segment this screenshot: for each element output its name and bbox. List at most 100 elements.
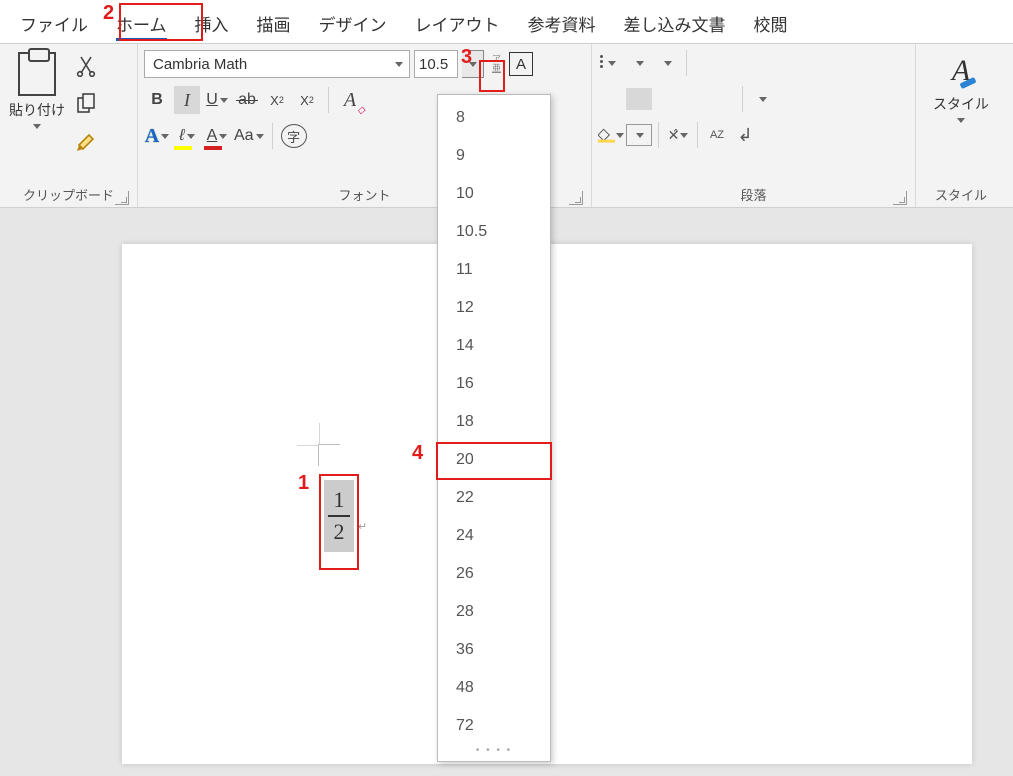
bullets-button[interactable] — [598, 52, 624, 74]
group-paragraph: ✕̂ AZ ↲ 段落 — [592, 44, 916, 207]
separator — [697, 122, 698, 148]
tab-file[interactable]: ファイル — [6, 1, 102, 42]
tab-draw[interactable]: 描画 — [243, 1, 305, 42]
tab-design[interactable]: デザイン — [305, 1, 401, 42]
chevron-down-icon — [636, 133, 644, 138]
sort-button[interactable]: AZ — [704, 124, 730, 146]
font-size-input[interactable]: 10.5 — [414, 50, 458, 78]
chevron-down-icon — [256, 134, 264, 139]
tab-layout[interactable]: レイアウト — [401, 1, 514, 42]
styles-button[interactable]: スタイル — [933, 94, 989, 114]
size-option[interactable]: 22 — [438, 479, 550, 517]
chevron-down-icon[interactable] — [395, 62, 403, 67]
chevron-down-icon — [759, 97, 767, 102]
margin-corner-mark — [318, 444, 340, 466]
group-label-styles: スタイル — [922, 185, 1000, 207]
size-option[interactable]: 72 — [438, 707, 550, 745]
size-option[interactable]: 26 — [438, 555, 550, 593]
chevron-down-icon[interactable] — [957, 118, 965, 123]
text-effects-button[interactable]: A — [144, 122, 170, 150]
tab-mailings[interactable]: 差し込み文書 — [610, 1, 740, 42]
cut-icon[interactable] — [72, 52, 100, 80]
format-painter-icon[interactable] — [72, 128, 100, 156]
show-marks-button[interactable]: ↲ — [732, 124, 758, 146]
align-center-button[interactable] — [626, 88, 652, 110]
align-left-button[interactable] — [598, 88, 624, 110]
line-spacing-button[interactable] — [749, 88, 775, 110]
separator — [742, 86, 743, 112]
menu-bar: ファイル ホーム 挿入 描画 デザイン レイアウト 参考資料 差し込み文書 校閲 — [0, 0, 1013, 44]
size-option[interactable]: 18 — [438, 403, 550, 441]
multilevel-list-button[interactable] — [654, 52, 680, 74]
size-option[interactable]: 48 — [438, 669, 550, 707]
numbering-button[interactable] — [626, 52, 652, 74]
fraction-numerator[interactable]: 1 — [324, 486, 354, 514]
size-option[interactable]: 10 — [438, 175, 550, 213]
chevron-down-icon — [219, 134, 227, 139]
styles-icon[interactable]: A — [952, 54, 970, 88]
separator — [272, 123, 273, 149]
chevron-down-icon — [161, 134, 169, 139]
size-option[interactable]: 20 — [438, 441, 550, 479]
size-option[interactable]: 9 — [438, 137, 550, 175]
separator — [328, 87, 329, 113]
justify-button[interactable] — [682, 88, 708, 110]
borders-button[interactable] — [626, 124, 652, 146]
increase-indent-button[interactable] — [721, 52, 747, 74]
chevron-down-icon — [664, 61, 672, 66]
italic-button[interactable]: I — [174, 86, 200, 114]
change-case-button[interactable]: Aa — [234, 122, 264, 150]
phonetic-guide-button[interactable]: ア 亜 — [492, 55, 501, 73]
size-option[interactable]: 16 — [438, 365, 550, 403]
chevron-down-icon — [636, 61, 644, 66]
strikethrough-button[interactable]: ab — [234, 86, 260, 114]
size-option[interactable]: 8 — [438, 99, 550, 137]
chevron-down-icon — [220, 98, 228, 103]
separator — [658, 122, 659, 148]
clipboard-dialog-launcher[interactable] — [115, 191, 129, 205]
font-color-button[interactable]: A — [204, 122, 230, 150]
paragraph-dialog-launcher[interactable] — [893, 191, 907, 205]
size-option[interactable]: 14 — [438, 327, 550, 365]
superscript-button[interactable]: X2 — [294, 86, 320, 114]
size-option[interactable]: 28 — [438, 593, 550, 631]
font-name-combo[interactable]: Cambria Math — [144, 50, 410, 78]
underline-button[interactable]: U — [204, 86, 230, 114]
size-option[interactable]: 11 — [438, 251, 550, 289]
copy-icon[interactable] — [72, 90, 100, 118]
tab-references[interactable]: 参考資料 — [514, 1, 610, 42]
subscript-button[interactable]: X2 — [264, 86, 290, 114]
chevron-down-icon — [616, 133, 624, 138]
clear-formatting-button[interactable]: A◇ — [337, 86, 363, 114]
tab-home[interactable]: ホーム — [102, 1, 181, 42]
decrease-indent-button[interactable] — [693, 52, 719, 74]
font-dialog-launcher[interactable] — [569, 191, 583, 205]
bold-button[interactable]: B — [144, 86, 170, 114]
enclosed-char-button[interactable]: 字 — [281, 124, 307, 148]
chevron-down-icon — [608, 61, 616, 66]
size-option[interactable]: 10.5 — [438, 213, 550, 251]
align-right-button[interactable] — [654, 88, 680, 110]
chevron-down-icon[interactable] — [33, 124, 41, 129]
paste-icon[interactable] — [18, 52, 56, 96]
tab-review[interactable]: 校閲 — [740, 1, 802, 42]
dropdown-resize-grip[interactable]: • • • • — [438, 745, 550, 759]
size-option[interactable]: 24 — [438, 517, 550, 555]
text-direction-button[interactable]: ✕̂ — [665, 124, 691, 146]
size-option[interactable]: 12 — [438, 289, 550, 327]
fraction-bar — [328, 515, 350, 517]
character-border-button[interactable]: A — [509, 52, 533, 76]
fraction-denominator[interactable]: 2 — [324, 518, 354, 546]
highlight-button[interactable]: ℓ — [174, 122, 200, 150]
font-size-dropdown-button[interactable] — [462, 50, 484, 78]
font-size-dropdown[interactable]: 8 9 10 10.5 11 12 14 16 18 20 22 24 26 2… — [437, 94, 551, 762]
paste-button[interactable]: 貼り付け — [9, 100, 65, 120]
chevron-down-icon — [469, 62, 477, 67]
size-option[interactable]: 36 — [438, 631, 550, 669]
distribute-button[interactable] — [710, 88, 736, 110]
equation-fraction[interactable]: 1 2 — [324, 480, 354, 552]
chevron-down-icon — [680, 133, 688, 138]
group-styles: A スタイル スタイル — [916, 44, 1006, 207]
shading-button[interactable] — [598, 124, 624, 146]
tab-insert[interactable]: 挿入 — [181, 1, 243, 42]
